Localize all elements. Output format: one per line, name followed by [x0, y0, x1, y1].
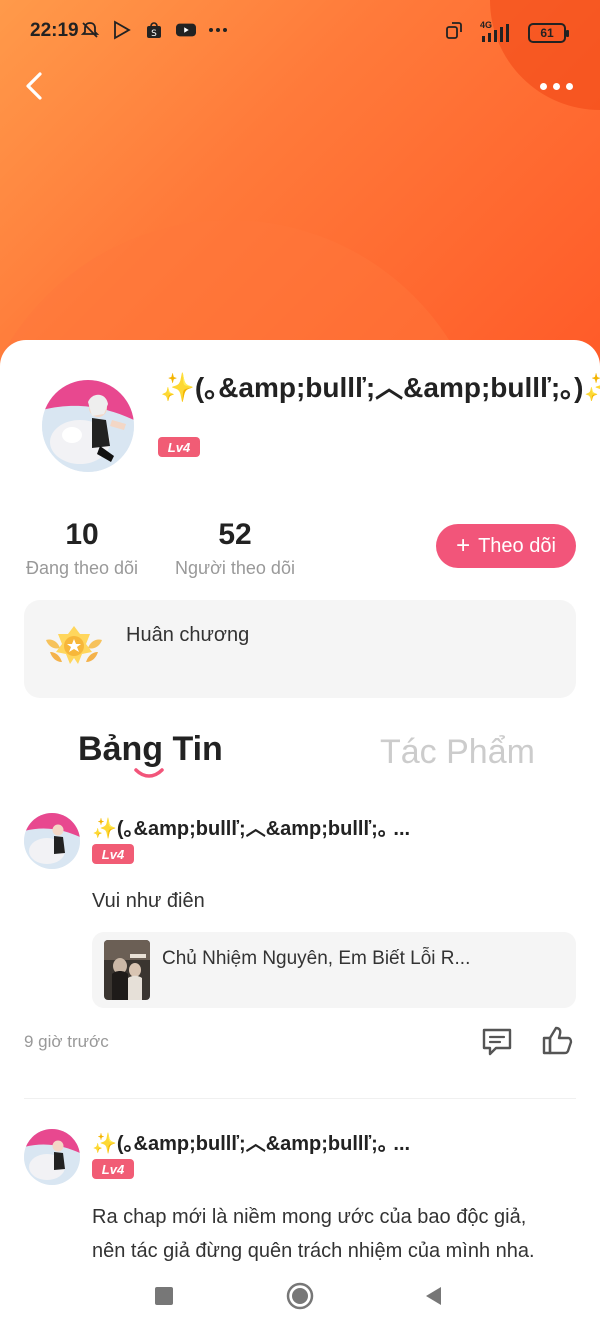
followers-label: Người theo dõi — [175, 558, 295, 578]
book-cover-image — [104, 940, 150, 1000]
more-dots-icon — [208, 20, 228, 40]
thumbs-up-icon — [542, 1026, 573, 1055]
play-store-icon — [112, 20, 132, 40]
following-label: Đang theo dõi — [25, 558, 139, 578]
medal-card[interactable]: Huân chương — [24, 600, 576, 698]
comment-icon — [482, 1028, 512, 1056]
4g-signal-icon: 4G — [478, 20, 514, 44]
active-tab-indicator — [132, 766, 166, 780]
followers-stat[interactable]: 52 Người theo dõi — [172, 518, 298, 579]
following-stat[interactable]: 10 Đang theo dõi — [24, 518, 140, 579]
tab-feed[interactable]: Bảng Tin — [78, 730, 223, 769]
home-button[interactable] — [284, 1280, 316, 1312]
more-dot — [552, 82, 560, 90]
linked-book-card[interactable]: Chủ Nhiệm Nguyên, Em Biết Lỗi R... — [92, 932, 576, 1008]
post-text: Vui như điên — [92, 890, 205, 912]
back-button[interactable] — [18, 66, 54, 106]
follow-button[interactable]: + Theo dõi — [436, 524, 576, 568]
screen-rotate-icon — [444, 20, 464, 45]
svg-text:S: S — [151, 29, 157, 39]
circle-icon — [286, 1282, 314, 1310]
follow-button-label: Theo dõi — [478, 534, 556, 557]
more-dot — [565, 82, 573, 90]
more-dot — [539, 82, 547, 90]
chevron-left-icon — [26, 72, 42, 100]
more-options-button[interactable] — [536, 74, 576, 98]
system-back-button[interactable] — [418, 1280, 450, 1312]
post-author-avatar[interactable] — [24, 1129, 80, 1185]
youtube-icon — [176, 20, 196, 40]
post-author-level-badge: Lv4 — [92, 1159, 134, 1179]
system-navigation-bar — [0, 1262, 600, 1333]
plus-icon: + — [456, 532, 471, 559]
post-divider — [24, 1098, 576, 1099]
post-author-name[interactable]: ✨(｡&amp;bullľ;︿&amp;bullľ;｡ ... — [92, 812, 410, 841]
post-text-line: Ra chap mới là niềm mong ước của bao độc… — [92, 1206, 527, 1228]
medal-icon — [44, 622, 104, 674]
status-bar: 22:19 S 4G 61 — [0, 0, 600, 64]
profile-avatar[interactable] — [42, 380, 134, 472]
battery-level: 61 — [540, 25, 554, 40]
post-author-level-badge: Lv4 — [92, 844, 134, 864]
triangle-back-icon — [426, 1287, 441, 1305]
battery-icon: 61 — [528, 22, 569, 43]
book-title: Chủ Nhiệm Nguyên, Em Biết Lỗi R... — [162, 948, 471, 969]
followers-count: 52 — [218, 518, 252, 551]
post-text: Ra chap mới là niềm mong ước của bao độc… — [92, 1200, 535, 1268]
profile-username: ✨(｡&amp;bullľ;︿&amp;bullľ;｡)✨ — [160, 372, 600, 403]
following-count: 10 — [65, 518, 99, 551]
tab-works[interactable]: Tác Phẩm — [380, 733, 535, 772]
bell-off-icon — [80, 20, 100, 40]
post-timestamp: 9 giờ trước — [24, 1032, 109, 1051]
shopee-icon: S — [144, 20, 164, 40]
square-icon — [155, 1287, 173, 1305]
post-author-name[interactable]: ✨(｡&amp;bullľ;︿&amp;bullľ;｡ ... — [92, 1127, 410, 1156]
recent-apps-button[interactable] — [148, 1280, 180, 1312]
level-badge: Lv4 — [158, 437, 200, 457]
medal-title: Huân chương — [126, 624, 250, 646]
post-author-avatar[interactable] — [24, 813, 80, 869]
comment-button[interactable] — [480, 1026, 514, 1058]
status-time: 22:19 — [30, 20, 79, 41]
like-button[interactable] — [540, 1024, 574, 1056]
